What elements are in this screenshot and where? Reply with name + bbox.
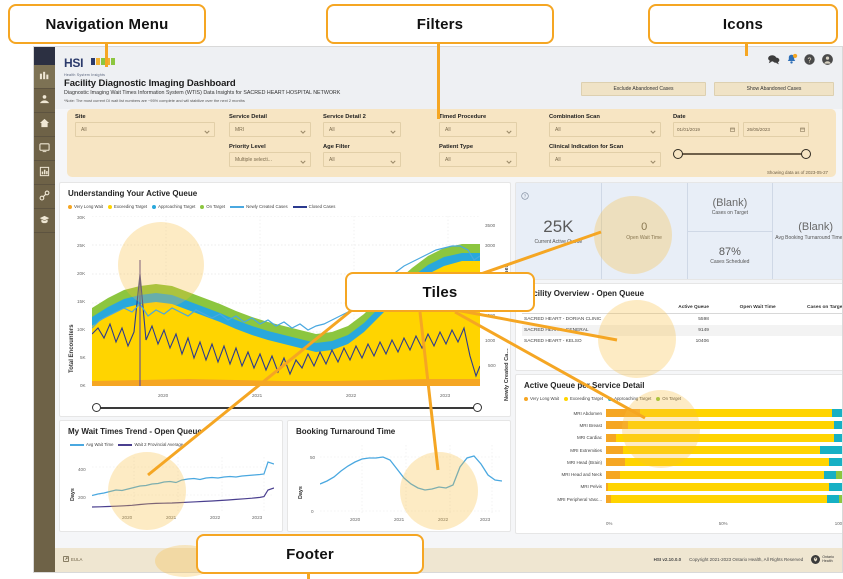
callout-navigation-menu: Navigation Menu (8, 4, 206, 44)
callout-tiles: Tiles (345, 272, 535, 312)
screenshot-root: HSI Health System Insights ? Facility Di… (0, 0, 843, 579)
callout-icons: Icons (648, 4, 838, 44)
callout-footer: Footer (196, 534, 424, 574)
callout-filters: Filters (326, 4, 554, 44)
